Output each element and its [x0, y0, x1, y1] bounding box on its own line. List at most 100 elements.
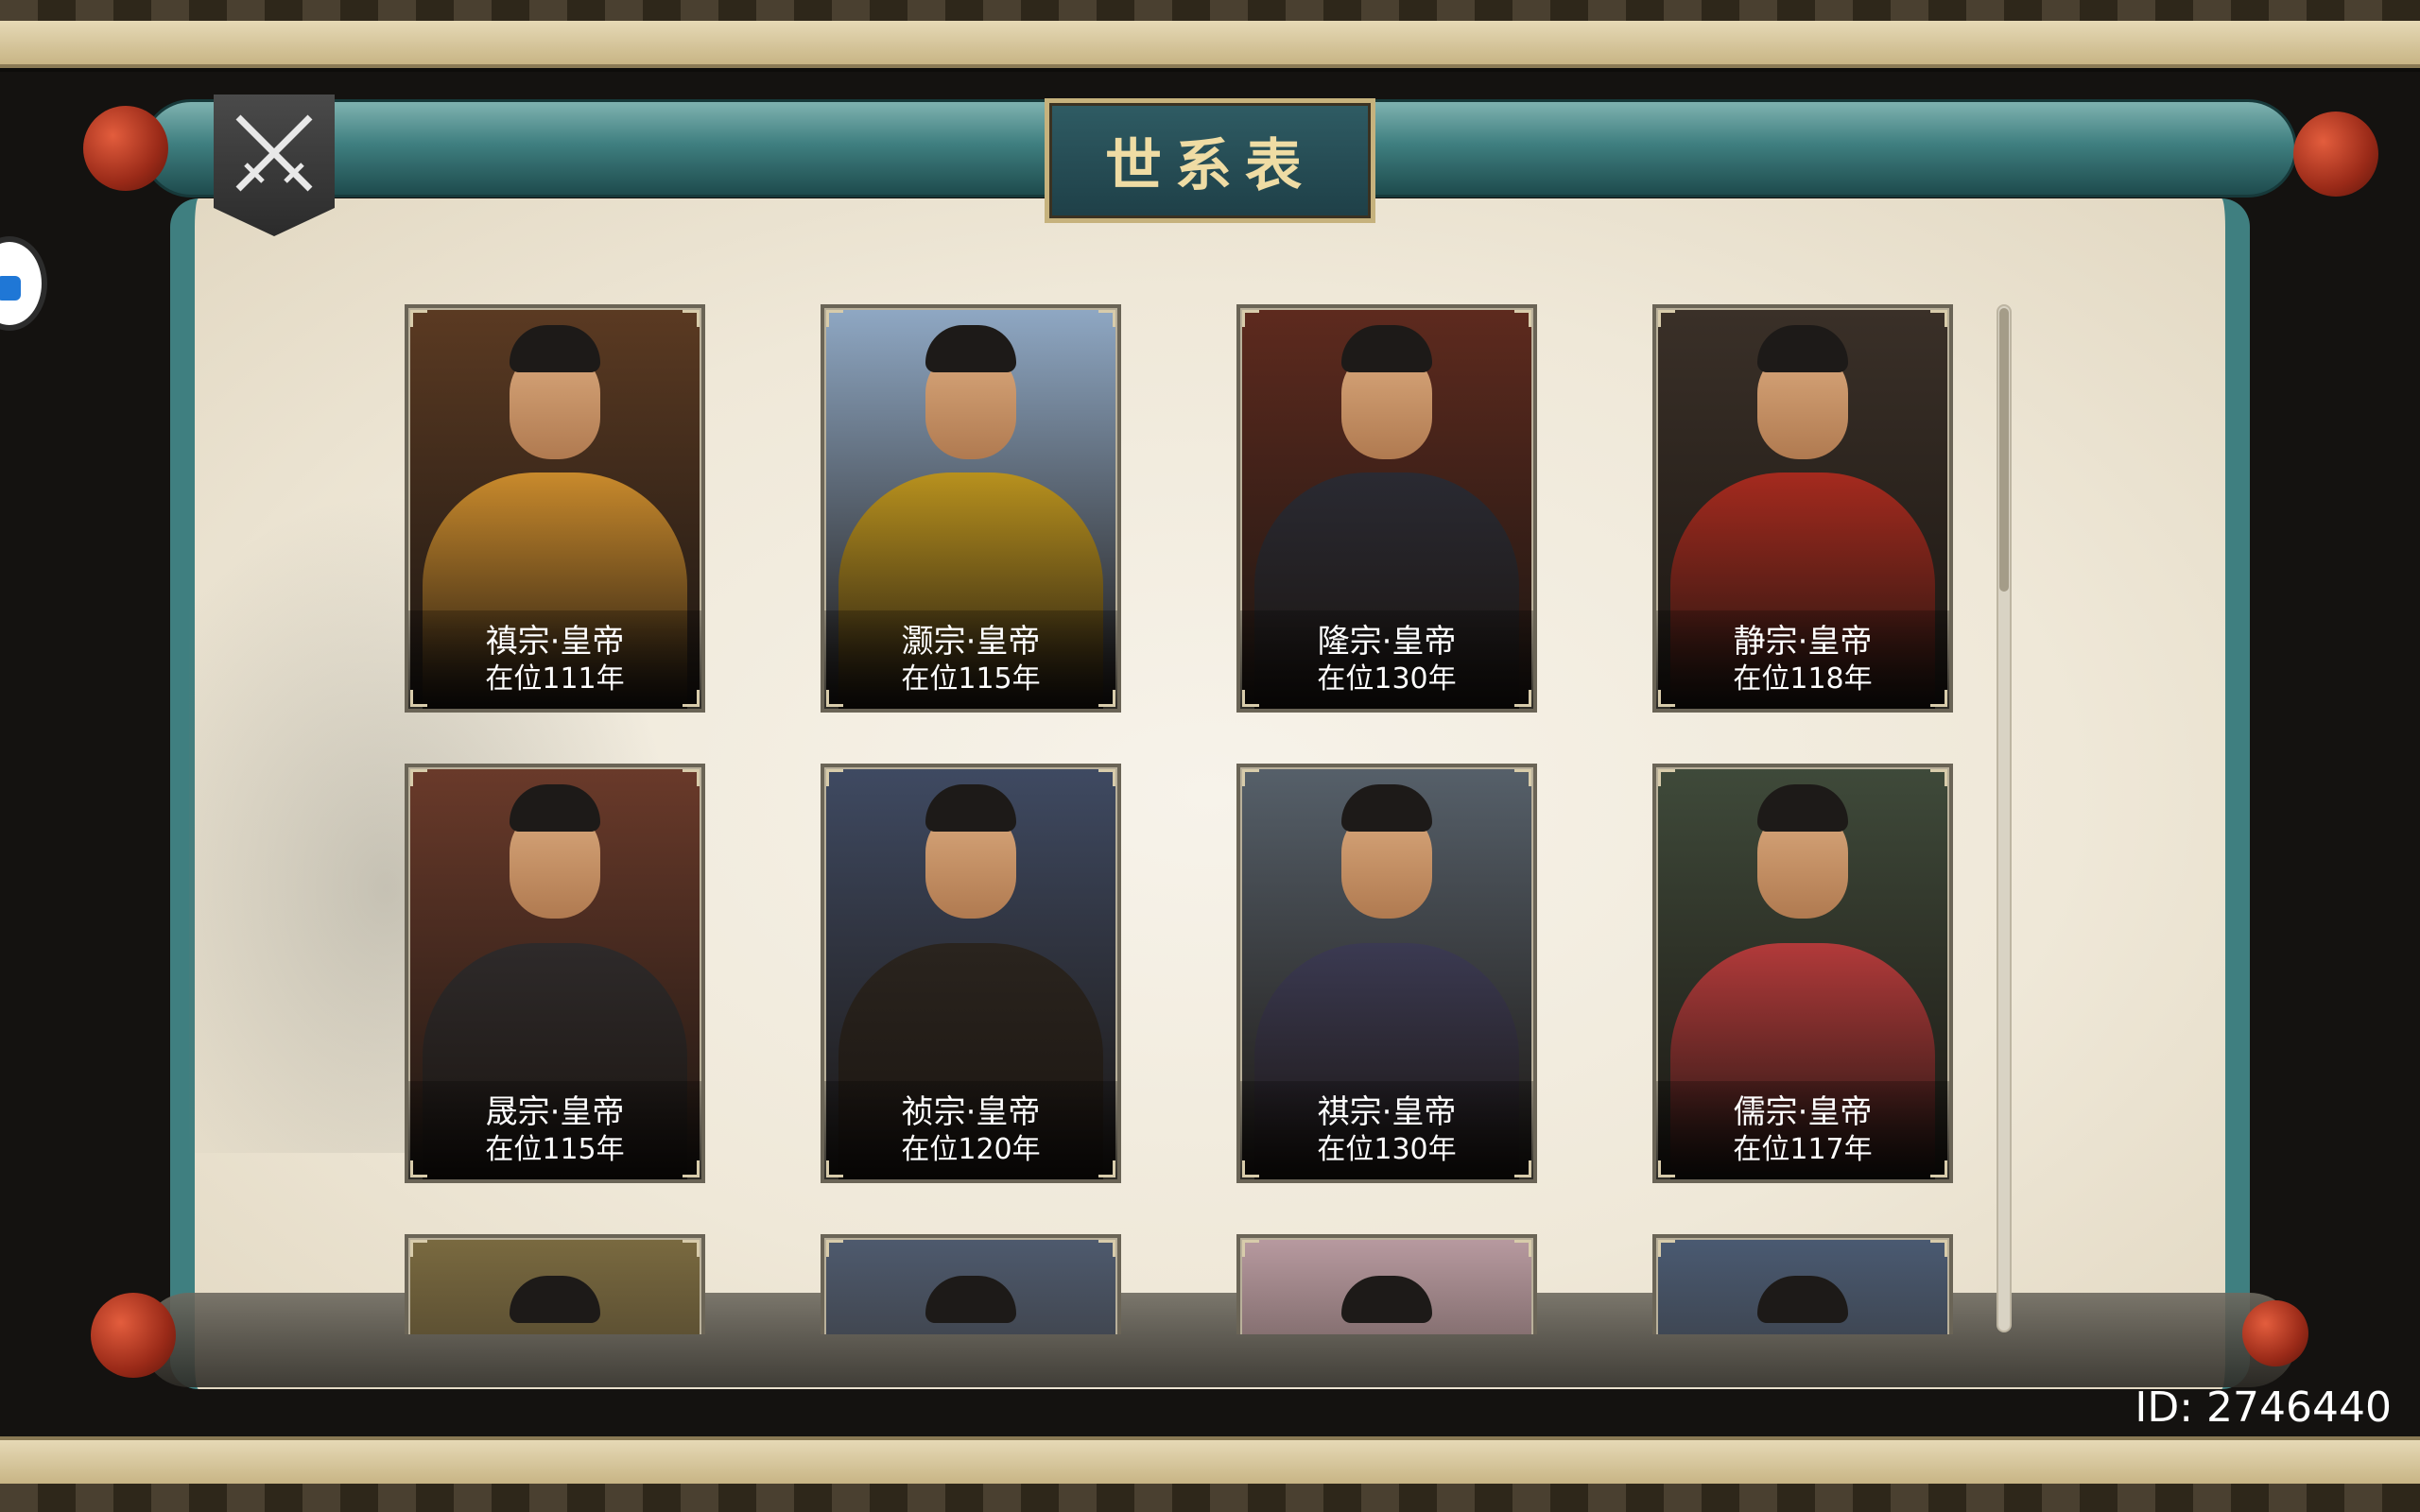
ruler-caption: 祯宗·皇帝 在位120年: [824, 1081, 1117, 1179]
ruler-card[interactable]: 隆宗·皇帝 在位130年: [1236, 304, 1537, 713]
card-corner: [1242, 310, 1259, 327]
ruler-card[interactable]: 祯宗·皇帝 在位120年: [821, 764, 1121, 1183]
ruler-portrait-headwear: [510, 784, 600, 832]
ruler-card-partial[interactable]: [1652, 1234, 1953, 1334]
assistant-icon: [0, 276, 21, 301]
card-corner: [1930, 310, 1947, 327]
ruler-card[interactable]: 晟宗·皇帝 在位115年: [405, 764, 705, 1183]
ruler-portrait-headwear: [1341, 1276, 1432, 1323]
ruler-reign: 在位130年: [1317, 1133, 1457, 1166]
crossed-swords-icon: [235, 114, 313, 192]
ruler-caption: 禛宗·皇帝 在位111年: [408, 610, 701, 709]
card-corner: [1098, 690, 1115, 707]
card-corner: [1098, 310, 1115, 327]
card-corner: [826, 310, 843, 327]
ruler-caption: 隆宗·皇帝 在位130年: [1240, 610, 1533, 709]
ruler-portrait-headwear: [1757, 325, 1848, 372]
card-corner: [683, 690, 700, 707]
ruler-name: 隆宗·皇帝: [1317, 623, 1457, 661]
ruler-reign: 在位111年: [485, 662, 625, 696]
ruler-reign: 在位115年: [485, 1133, 625, 1166]
card-corner: [1514, 690, 1531, 707]
card-corner: [683, 310, 700, 327]
ruler-card-partial[interactable]: [405, 1234, 705, 1334]
card-corner: [826, 1240, 843, 1257]
ruler-reign: 在位117年: [1733, 1133, 1873, 1166]
bottom-ornament-band: [0, 1484, 2420, 1512]
card-corner: [683, 1240, 700, 1257]
card-corner: [1930, 690, 1947, 707]
card-corner: [1514, 1160, 1531, 1177]
ruler-reign: 在位130年: [1317, 662, 1457, 696]
ruler-caption: 灏宗·皇帝 在位115年: [824, 610, 1117, 709]
ruler-grid: 禛宗·皇帝 在位111年 灏宗·皇帝 在位115年 隆宗·皇帝 在位130年 静宗·皇帝 在位…: [405, 304, 1955, 1334]
ruler-portrait-headwear: [1341, 325, 1432, 372]
card-corner: [1514, 1240, 1531, 1257]
card-corner: [1242, 769, 1259, 786]
scrollbar-thumb[interactable]: [1999, 308, 2009, 592]
card-corner: [1658, 310, 1675, 327]
page-title: 世系表: [1105, 132, 1315, 199]
card-corner: [1658, 690, 1675, 707]
card-corner: [826, 690, 843, 707]
card-corner: [1098, 769, 1115, 786]
ruler-name: 祯宗·皇帝: [901, 1093, 1041, 1131]
ruler-portrait-headwear: [925, 1276, 1016, 1323]
bottom-right-roller-knob: [2242, 1300, 2308, 1366]
ruler-card-partial[interactable]: [821, 1234, 1121, 1334]
grid-scrollbar[interactable]: [1996, 304, 2012, 1332]
ruler-card[interactable]: 儒宗·皇帝 在位117年: [1652, 764, 1953, 1183]
ruler-card[interactable]: 禛宗·皇帝 在位111年: [405, 304, 705, 713]
card-corner: [1242, 1240, 1259, 1257]
ruler-portrait-headwear: [510, 1276, 600, 1323]
card-corner: [683, 769, 700, 786]
card-corner: [826, 1160, 843, 1177]
ruler-card[interactable]: 祺宗·皇帝 在位130年: [1236, 764, 1537, 1183]
card-corner: [1930, 1160, 1947, 1177]
ruler-name: 晟宗·皇帝: [485, 1093, 625, 1131]
ruler-name: 灏宗·皇帝: [901, 623, 1041, 661]
card-corner: [683, 1160, 700, 1177]
card-corner: [1514, 769, 1531, 786]
close-button[interactable]: [214, 94, 335, 255]
ruler-reign: 在位115年: [901, 662, 1041, 696]
card-corner: [1242, 690, 1259, 707]
ruler-portrait-headwear: [510, 325, 600, 372]
card-corner: [1514, 310, 1531, 327]
ruler-name: 祺宗·皇帝: [1317, 1093, 1457, 1131]
ruler-reign: 在位120年: [901, 1133, 1041, 1166]
ruler-name: 静宗·皇帝: [1733, 623, 1873, 661]
ruler-caption: 祺宗·皇帝 在位130年: [1240, 1081, 1533, 1179]
ruler-portrait-headwear: [1757, 784, 1848, 832]
ruler-card[interactable]: 静宗·皇帝 在位118年: [1652, 304, 1953, 713]
card-corner: [1098, 1240, 1115, 1257]
ruler-name: 禛宗·皇帝: [485, 623, 625, 661]
card-corner: [826, 769, 843, 786]
bottom-left-roller-knob: [91, 1293, 176, 1378]
title-plaque: 世系表: [1045, 98, 1375, 223]
card-corner: [410, 310, 427, 327]
top-right-roller-knob: [2293, 112, 2378, 197]
ruler-card[interactable]: 灏宗·皇帝 在位115年: [821, 304, 1121, 713]
card-corner: [1930, 769, 1947, 786]
card-corner: [1242, 1160, 1259, 1177]
card-corner: [1658, 1240, 1675, 1257]
ruler-caption: 儒宗·皇帝 在位117年: [1656, 1081, 1949, 1179]
card-corner: [410, 690, 427, 707]
ruler-card-partial[interactable]: [1236, 1234, 1537, 1334]
ruler-name: 儒宗·皇帝: [1733, 1093, 1873, 1131]
card-corner: [1658, 1160, 1675, 1177]
card-corner: [410, 1240, 427, 1257]
ruler-portrait-headwear: [925, 784, 1016, 832]
ruler-caption: 静宗·皇帝 在位118年: [1656, 610, 1949, 709]
ruler-portrait-headwear: [1341, 784, 1432, 832]
card-corner: [410, 1160, 427, 1177]
player-id-label: ID: 2746440: [2135, 1383, 2392, 1432]
card-corner: [1098, 1160, 1115, 1177]
top-left-roller-knob: [83, 106, 168, 191]
top-gold-strip: [0, 21, 2420, 68]
ruler-portrait-headwear: [1757, 1276, 1848, 1323]
ruler-reign: 在位118年: [1733, 662, 1873, 696]
ruler-caption: 晟宗·皇帝 在位115年: [408, 1081, 701, 1179]
bottom-gold-strip: [0, 1436, 2420, 1484]
